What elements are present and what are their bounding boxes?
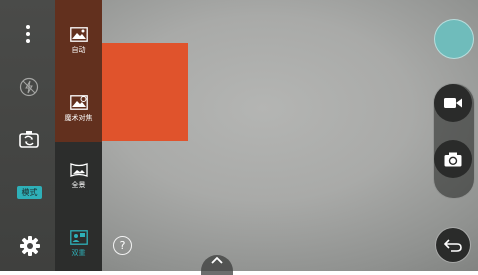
switch-camera-icon[interactable] xyxy=(16,128,42,152)
video-record-button[interactable] xyxy=(434,84,472,122)
mode-label: 双重 xyxy=(71,249,86,257)
left-control-rail: 模式 xyxy=(0,0,55,271)
flash-off-icon[interactable] xyxy=(17,75,41,99)
more-vert-icon[interactable] xyxy=(21,22,35,46)
mode-item-auto[interactable]: 自动 xyxy=(55,27,102,55)
panorama-icon xyxy=(69,163,88,177)
gallery-thumbnail[interactable] xyxy=(434,19,474,59)
focus-highlight xyxy=(102,43,188,141)
auto-mode-icon xyxy=(69,27,88,42)
video-record-icon xyxy=(444,98,462,108)
back-button[interactable] xyxy=(435,227,471,263)
back-icon xyxy=(444,238,462,252)
chevron-up-icon xyxy=(211,256,223,264)
mode-label: 全景 xyxy=(71,181,86,189)
mode-label: 自动 xyxy=(71,46,86,54)
magic-focus-icon xyxy=(69,95,88,110)
mode-item-dual[interactable]: 双重 xyxy=(55,230,102,258)
mode-item-magic-focus[interactable]: 魔术对焦 xyxy=(55,95,102,123)
camera-shutter-icon xyxy=(444,152,462,166)
help-button[interactable]: ? xyxy=(113,236,132,255)
dual-camera-icon xyxy=(69,230,88,245)
mode-item-panorama[interactable]: 全景 xyxy=(55,163,102,190)
mode-label: 魔术对焦 xyxy=(64,114,93,122)
gear-icon[interactable] xyxy=(18,234,42,258)
mode-button[interactable]: 模式 xyxy=(17,186,42,199)
mode-panel: 自动 魔术对焦 全景 双重 xyxy=(55,0,102,271)
shutter-button[interactable] xyxy=(434,140,472,178)
